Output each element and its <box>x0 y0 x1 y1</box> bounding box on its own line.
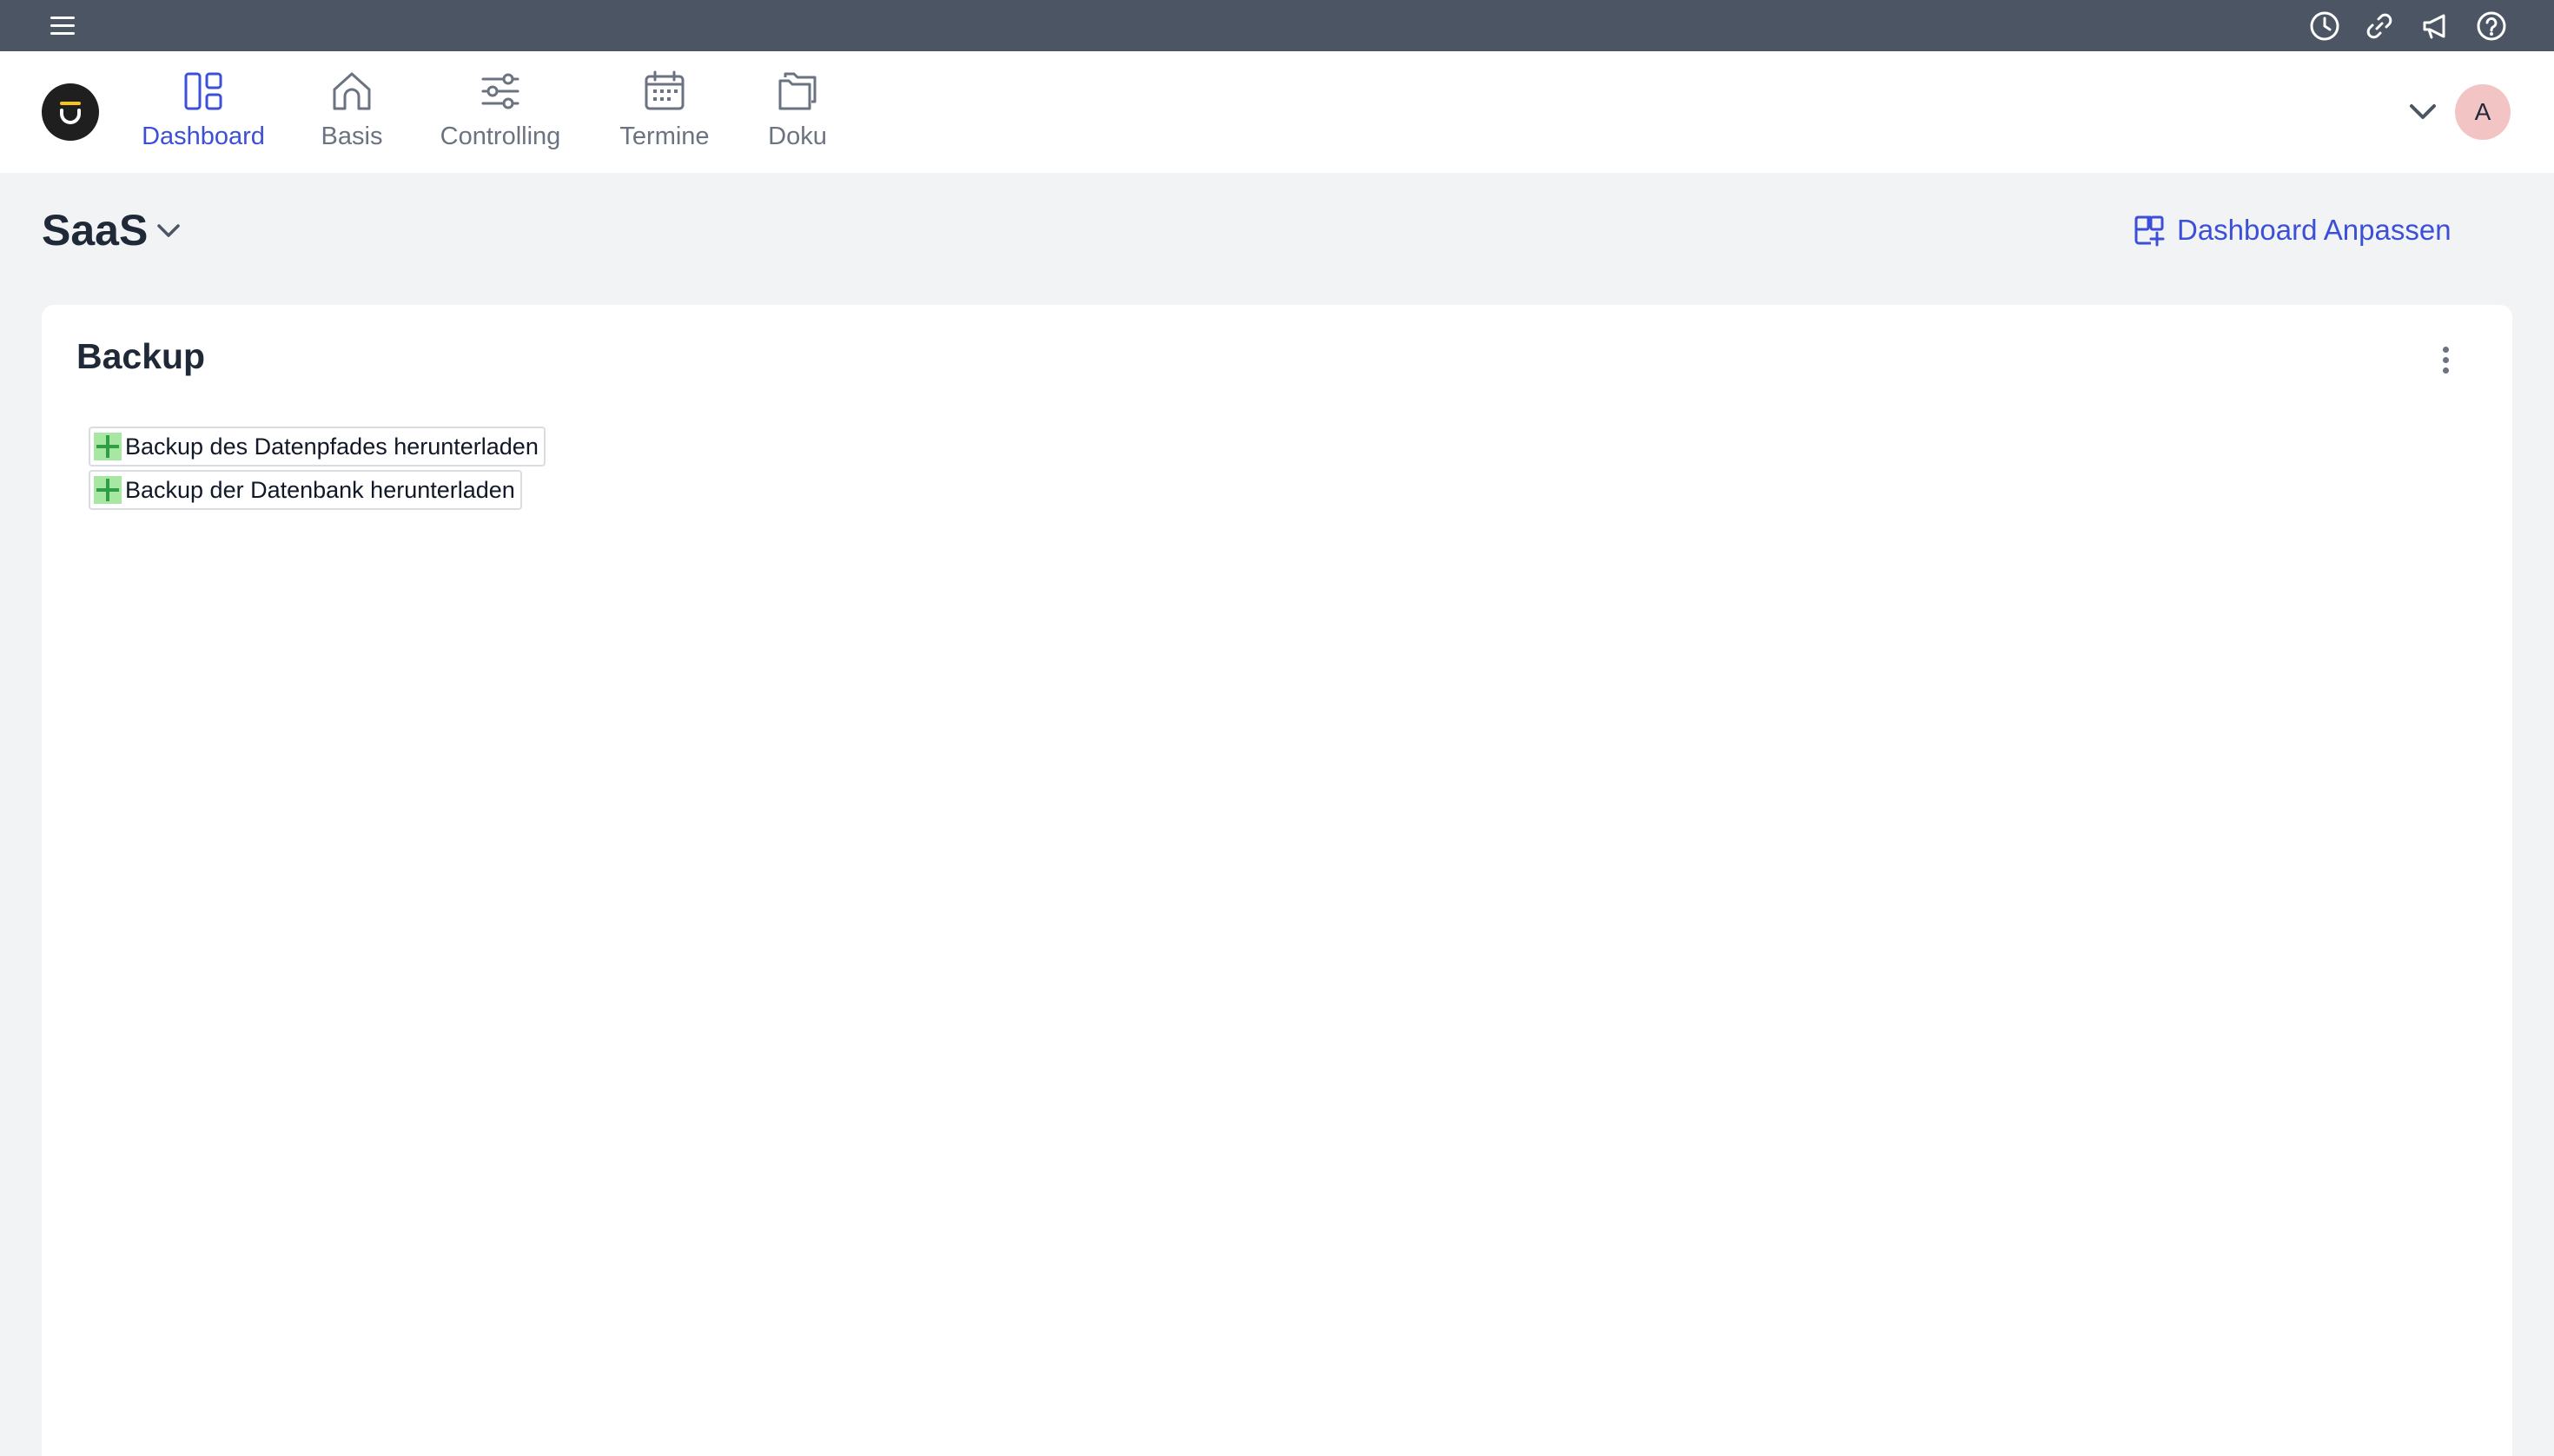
chevron-down-icon[interactable] <box>151 213 186 248</box>
nav-item-controlling[interactable]: Controlling <box>437 69 564 164</box>
folders-icon <box>778 72 817 110</box>
sliders-icon <box>481 73 519 109</box>
nav-item-basis[interactable]: Basis <box>318 69 386 164</box>
more-options-icon[interactable] <box>2436 341 2457 380</box>
app-logo[interactable] <box>42 83 99 141</box>
main-navigation: Dashboard Basis Controlling Termine Doku <box>0 51 2554 173</box>
chevron-down-icon[interactable] <box>2403 91 2443 131</box>
help-icon[interactable] <box>2474 9 2509 43</box>
megaphone-icon[interactable] <box>2418 9 2452 43</box>
customize-dashboard-button[interactable]: Dashboard Anpassen <box>2132 208 2451 252</box>
plus-icon <box>94 433 122 460</box>
nav-item-label: Controlling <box>440 122 561 150</box>
action-label: Backup des Datenpfades herunterladen <box>125 433 539 460</box>
nav-item-label: Basis <box>321 122 383 150</box>
nav-item-doku[interactable]: Doku <box>764 69 830 164</box>
calendar-icon <box>645 70 685 110</box>
link-icon[interactable] <box>2362 9 2397 43</box>
nav-item-termine[interactable]: Termine <box>617 69 712 164</box>
nav-item-label: Dashboard <box>142 122 265 150</box>
customize-dashboard-label: Dashboard Anpassen <box>2177 214 2451 246</box>
action-label: Backup der Datenbank herunterladen <box>125 476 515 503</box>
avatar[interactable]: A <box>2455 84 2511 140</box>
dashboard-icon <box>184 72 222 110</box>
top-bar <box>0 0 2554 51</box>
nav-item-label: Doku <box>768 122 827 150</box>
nav-item-label: Termine <box>619 122 710 150</box>
menu-icon[interactable] <box>47 12 78 40</box>
backup-widget: Backup Backup des Datenpfades herunterla… <box>42 305 2512 1456</box>
plus-icon <box>94 476 122 504</box>
download-database-backup-button[interactable]: Backup der Datenbank herunterladen <box>89 470 522 510</box>
grid-plus-icon <box>2134 215 2165 247</box>
download-datapath-backup-button[interactable]: Backup des Datenpfades herunterladen <box>89 427 546 467</box>
widget-title: Backup <box>76 336 206 376</box>
home-icon <box>333 72 371 110</box>
clock-icon[interactable] <box>2307 9 2342 43</box>
nav-item-dashboard[interactable]: Dashboard <box>140 69 267 164</box>
page-title[interactable]: SaaS <box>42 205 148 255</box>
